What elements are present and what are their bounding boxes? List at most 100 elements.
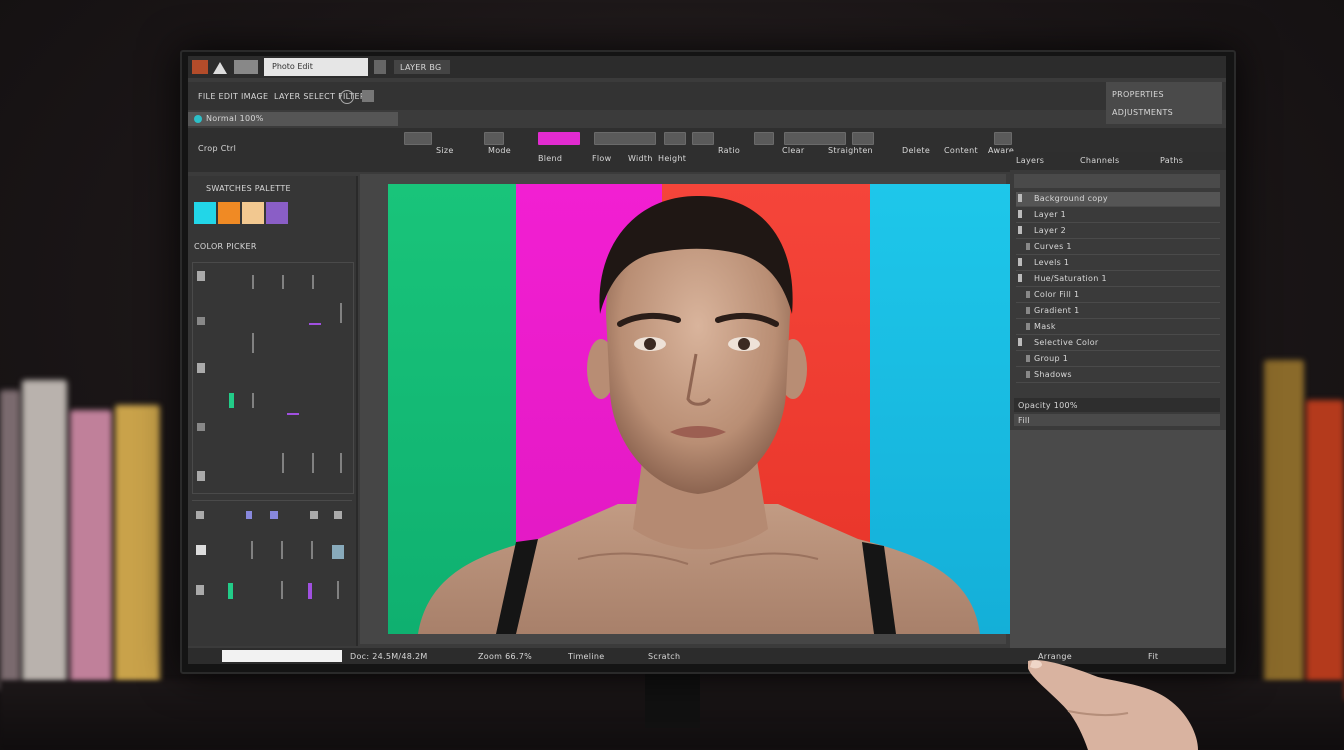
layers-tab-strip: Layers Channels Paths: [1010, 152, 1226, 170]
fill-row[interactable]: Fill: [1014, 414, 1220, 426]
layer-name: Shadows: [1034, 370, 1072, 379]
option-delete[interactable]: Delete: [902, 146, 930, 155]
grid-icon[interactable]: [362, 90, 374, 102]
adjustment-sliders[interactable]: [192, 262, 354, 494]
option-flow[interactable]: Flow: [592, 154, 611, 163]
layer-option-label: Normal 100%: [206, 114, 264, 123]
layer-option-strip[interactable]: Normal 100%: [188, 112, 398, 126]
tab-photo-edit[interactable]: Photo Edit: [264, 58, 368, 76]
option-mode[interactable]: Mode: [488, 146, 511, 155]
layer-row[interactable]: Selective Color: [1016, 336, 1220, 351]
option-button[interactable]: [484, 132, 504, 145]
option-size[interactable]: Size: [436, 146, 454, 155]
tab-paths[interactable]: Paths: [1160, 156, 1183, 165]
menu-file[interactable]: FILE EDIT IMAGE: [198, 92, 268, 101]
properties-title: PROPERTIES: [1112, 90, 1164, 99]
properties-subtitle: ADJUSTMENTS: [1112, 108, 1174, 117]
monitor: Photo Edit LAYER BG FILE EDIT IMAGE LAYE…: [180, 50, 1236, 674]
layer-thumb-icon: [1026, 243, 1030, 250]
option-blend[interactable]: Blend: [538, 154, 562, 163]
layer-row[interactable]: Layer 2: [1016, 224, 1220, 239]
photo-canvas[interactable]: [388, 184, 1010, 634]
layer-row[interactable]: Shadows: [1016, 368, 1220, 383]
scratch-label: Scratch: [648, 652, 681, 661]
close-tab-icon[interactable]: [374, 60, 386, 74]
portrait: [418, 195, 980, 634]
zoom-level[interactable]: Zoom 66.7%: [478, 652, 532, 661]
visibility-icon[interactable]: [1018, 210, 1022, 218]
layer-row[interactable]: Group 1: [1016, 352, 1220, 367]
menu-bar: FILE EDIT IMAGE LAYER SELECT FILTER: [188, 82, 1226, 110]
option-ratio[interactable]: Ratio: [718, 146, 740, 155]
swatch-3[interactable]: [242, 202, 264, 224]
option-button[interactable]: [594, 132, 656, 145]
layer-row[interactable]: Layer 1: [1016, 208, 1220, 223]
timeline-label[interactable]: Timeline: [568, 652, 604, 661]
search-icon[interactable]: [340, 90, 354, 104]
layer-thumb-icon: [1026, 291, 1030, 298]
layer-row[interactable]: Color Fill 1: [1016, 288, 1220, 303]
layer-name: Layer 1: [1034, 210, 1067, 219]
option-straighten[interactable]: Straighten: [828, 146, 873, 155]
swatch-1[interactable]: [194, 202, 216, 224]
layer-row[interactable]: Hue/Saturation 1: [1016, 272, 1220, 287]
option-button-active[interactable]: [538, 132, 580, 145]
layer-name: Gradient 1: [1034, 306, 1080, 315]
option-button[interactable]: [994, 132, 1012, 145]
properties-panel: PROPERTIES ADJUSTMENTS: [1106, 82, 1222, 124]
share-icon[interactable]: [234, 60, 258, 74]
bookshelf-left: [0, 360, 180, 690]
option-button[interactable]: [692, 132, 714, 145]
layer-name: Color Fill 1: [1034, 290, 1080, 299]
option-clear[interactable]: Clear: [782, 146, 804, 155]
app-logo-icon[interactable]: [192, 60, 208, 74]
tab-layers[interactable]: Layers: [1016, 156, 1044, 165]
layer-row[interactable]: Background copy: [1016, 192, 1220, 207]
layer-status-dot: [194, 115, 202, 123]
layer-row[interactable]: Gradient 1: [1016, 304, 1220, 319]
layer-name: Background copy: [1034, 194, 1108, 203]
option-button[interactable]: [852, 132, 874, 145]
visibility-icon[interactable]: [1018, 338, 1022, 346]
option-content[interactable]: Content: [944, 146, 978, 155]
option-button[interactable]: [664, 132, 686, 145]
layer-row[interactable]: Levels 1: [1016, 256, 1220, 271]
swatches-header: SWATCHES PALETTE: [206, 184, 291, 193]
visibility-icon[interactable]: [1018, 226, 1022, 234]
layer-name: Hue/Saturation 1: [1034, 274, 1107, 283]
swatch-2[interactable]: [218, 202, 240, 224]
layer-name: Layer 2: [1034, 226, 1067, 235]
layers-toolbar: [1014, 174, 1220, 188]
option-button[interactable]: [754, 132, 774, 145]
layers-empty-area: [1010, 430, 1226, 648]
tab-label: Photo Edit: [272, 62, 313, 71]
tool-label: Crop Ctrl: [198, 144, 237, 153]
bookshelf-right: [1234, 300, 1344, 700]
layer-thumb-icon: [1026, 307, 1030, 314]
tab-label: LAYER BG: [400, 63, 442, 72]
layer-thumb-icon: [1026, 355, 1030, 362]
fill-label: Fill: [1018, 416, 1030, 425]
layer-thumb-icon: [1026, 323, 1030, 330]
visibility-icon[interactable]: [1018, 274, 1022, 282]
option-button[interactable]: [404, 132, 432, 145]
tab-channels[interactable]: Channels: [1080, 156, 1119, 165]
warning-icon: [212, 60, 228, 74]
visibility-icon[interactable]: [1018, 258, 1022, 266]
option-height[interactable]: Height: [658, 154, 686, 163]
swatches-panel: SWATCHES PALETTE COLOR PICKER: [188, 176, 358, 646]
option-button[interactable]: [784, 132, 846, 145]
brush-panel[interactable]: [192, 500, 352, 641]
visibility-icon[interactable]: [1018, 194, 1022, 202]
option-width[interactable]: Width: [628, 154, 653, 163]
color-picker-label: COLOR PICKER: [194, 242, 257, 251]
layer-name: Group 1: [1034, 354, 1069, 363]
layer-name: Levels 1: [1034, 258, 1070, 267]
layer-row[interactable]: Mask: [1016, 320, 1220, 335]
layer-row[interactable]: Curves 1: [1016, 240, 1220, 255]
tab-layer-bg[interactable]: LAYER BG: [394, 60, 450, 74]
swatch-4[interactable]: [266, 202, 288, 224]
opacity-label[interactable]: Opacity 100%: [1018, 401, 1078, 410]
layer-thumb-icon: [1026, 371, 1030, 378]
layer-name: Mask: [1034, 322, 1056, 331]
